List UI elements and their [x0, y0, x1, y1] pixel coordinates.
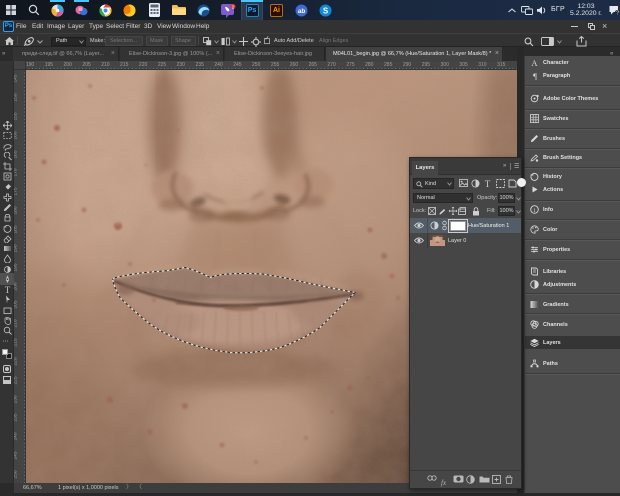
svg-text:?: ?: [616, 11, 619, 17]
svg-text:ab: ab: [298, 8, 306, 15]
svg-text:S: S: [323, 6, 329, 15]
svg-text:T: T: [485, 179, 491, 188]
svg-text:T: T: [4, 285, 10, 294]
svg-text:A: A: [531, 58, 538, 67]
svg-text:¶: ¶: [533, 71, 537, 80]
